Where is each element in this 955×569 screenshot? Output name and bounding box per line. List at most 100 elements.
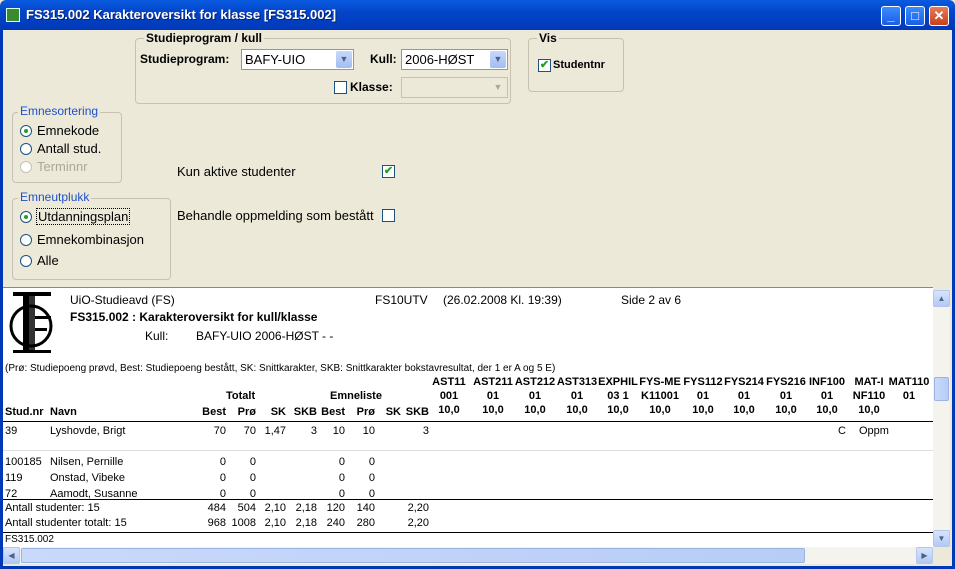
maximize-button[interactable]: □ — [905, 6, 925, 26]
report-footer: FS315.002 — [5, 534, 54, 545]
row-studnr: 39 — [5, 425, 18, 437]
report-preview[interactable]: UiO-Studieavd (FS) FS10UTV (26.02.2008 K… — [3, 287, 933, 548]
col-header: Best — [321, 406, 345, 418]
kull-label: Kull: — [370, 52, 397, 66]
utdanningsplan-label: Utdanningsplan — [36, 208, 131, 225]
row-value: 3 — [422, 425, 429, 437]
emnekode-radio[interactable] — [20, 125, 32, 137]
totals-value: 140 — [356, 502, 375, 514]
studieprogram-label: Studieprogram: — [140, 52, 230, 66]
alle-radio[interactable] — [20, 255, 32, 267]
horizontal-scroll-thumb[interactable] — [21, 548, 805, 563]
row-value: 0 — [338, 456, 345, 468]
emnekode-label: Emnekode — [37, 123, 100, 138]
university-logo — [9, 292, 53, 353]
chevron-down-icon[interactable]: ▼ — [490, 51, 506, 68]
kull-value: 2006-HØST — [405, 52, 475, 67]
row-value: 10 — [362, 425, 375, 437]
chevron-down-icon[interactable]: ▼ — [336, 51, 352, 68]
totals-value: 2,10 — [264, 517, 286, 529]
studentnr-label: Studentnr — [553, 59, 605, 71]
studentnr-checkbox[interactable]: ✔ — [538, 59, 551, 72]
col-studnr: Stud.nr — [5, 406, 44, 418]
totals-label: Antall studenter totalt: 15 — [5, 517, 127, 529]
studieprogram-value: BAFY-UIO — [245, 52, 306, 67]
totals-label: Antall studenter: 15 — [5, 502, 100, 514]
row-value: 0 — [249, 472, 256, 484]
row-navn: Nilsen, Pernille — [50, 456, 124, 468]
studieprogram-combo[interactable]: BAFY-UIO ▼ — [241, 49, 354, 70]
totals-value: 2,20 — [407, 502, 429, 514]
totals-value: 2,18 — [295, 517, 317, 529]
klasse-checkbox[interactable] — [334, 81, 347, 94]
report-timestamp: (26.02.2008 Kl. 19:39) — [443, 293, 562, 307]
col-header: SK — [270, 406, 286, 418]
scroll-down-button[interactable]: ▼ — [933, 530, 950, 547]
kun-aktive-label: Kun aktive studenter — [177, 164, 296, 179]
row-value: 70 — [213, 425, 226, 437]
course-sp: 10,0 — [858, 404, 880, 416]
terminnr-radio[interactable] — [20, 161, 32, 173]
antall-stud-radio[interactable] — [20, 143, 32, 155]
totals-value: 968 — [207, 517, 226, 529]
row-value: 70 — [243, 425, 256, 437]
window-title: FS315.002 Karakteroversikt for klasse [F… — [26, 7, 337, 22]
totals-divider — [3, 499, 933, 500]
row-value: 0 — [219, 456, 226, 468]
row-value: 0 — [338, 472, 345, 484]
emnekombinasjon-label: Emnekombinasjon — [37, 232, 144, 247]
utdanningsplan-radio[interactable] — [20, 211, 32, 223]
course-ver: 01 — [902, 390, 916, 402]
totalt-header: Totalt — [226, 390, 256, 402]
totals-value: 2,20 — [407, 517, 429, 529]
col-header: Prø — [356, 406, 375, 418]
scroll-left-button[interactable]: ◀ — [3, 547, 20, 564]
row-navn: Lyshovde, Brigt — [50, 425, 126, 437]
vertical-scroll-thumb[interactable] — [934, 377, 949, 401]
behandle-checkbox[interactable] — [382, 209, 395, 222]
totals-value: 2,10 — [264, 502, 286, 514]
emnekombinasjon-radio[interactable] — [20, 234, 32, 246]
antall-stud-label: Antall stud. — [37, 141, 102, 156]
col-navn: Navn — [50, 406, 77, 418]
app-icon — [6, 8, 20, 22]
behandle-label: Behandle oppmelding som bestått — [177, 208, 374, 223]
row-value: 10 — [332, 425, 345, 437]
report-code: FS10UTV — [375, 293, 428, 307]
vertical-scrollbar[interactable]: ▲ ▼ — [933, 290, 950, 547]
col-header: Prø — [237, 406, 256, 418]
row-separator — [3, 450, 933, 451]
scroll-right-button[interactable]: ▶ — [916, 547, 933, 564]
kun-aktive-checkbox[interactable]: ✔ — [382, 165, 395, 178]
size-grip — [933, 547, 950, 564]
close-button[interactable]: ✕ — [929, 6, 949, 26]
report-kull-label: Kull: — [145, 329, 169, 343]
row-studnr: 119 — [5, 472, 23, 484]
header-divider — [3, 421, 933, 422]
klasse-combo[interactable]: ▼ — [401, 77, 508, 98]
report-kull-value: BAFY-UIO 2006-HØST - - — [196, 329, 334, 343]
report-title: FS315.002 : Karakteroversikt for kull/kl… — [70, 310, 318, 324]
scroll-up-button[interactable]: ▲ — [933, 290, 950, 307]
row-studnr: 100185 — [5, 456, 42, 468]
minimize-button[interactable]: _ — [881, 6, 901, 26]
report-legend: (Prø: Studiepoeng prøvd, Best: Studiepoe… — [5, 363, 556, 374]
totals-value: 280 — [356, 517, 375, 529]
title-bar[interactable]: FS315.002 Karakteroversikt for klasse [F… — [0, 0, 955, 30]
totals-value: 240 — [326, 517, 345, 529]
vis-group-title: Vis — [537, 31, 559, 45]
emnesortering-group-title: Emnesortering — [18, 104, 101, 118]
row-value: 0 — [249, 456, 256, 468]
row-value: 0 — [368, 456, 375, 468]
footer-divider — [3, 532, 933, 533]
row-value: 0 — [368, 472, 375, 484]
totals-value: 120 — [326, 502, 345, 514]
alle-label: Alle — [37, 253, 59, 268]
totals-value: 504 — [237, 502, 256, 514]
chevron-down-icon: ▼ — [490, 79, 506, 96]
kull-combo[interactable]: 2006-HØST ▼ — [401, 49, 508, 70]
course-code: MAT110 — [888, 376, 930, 388]
row-value: 3 — [310, 425, 317, 437]
horizontal-scrollbar[interactable]: ◀ ▶ — [3, 547, 933, 564]
col-header: SKB — [293, 406, 317, 418]
